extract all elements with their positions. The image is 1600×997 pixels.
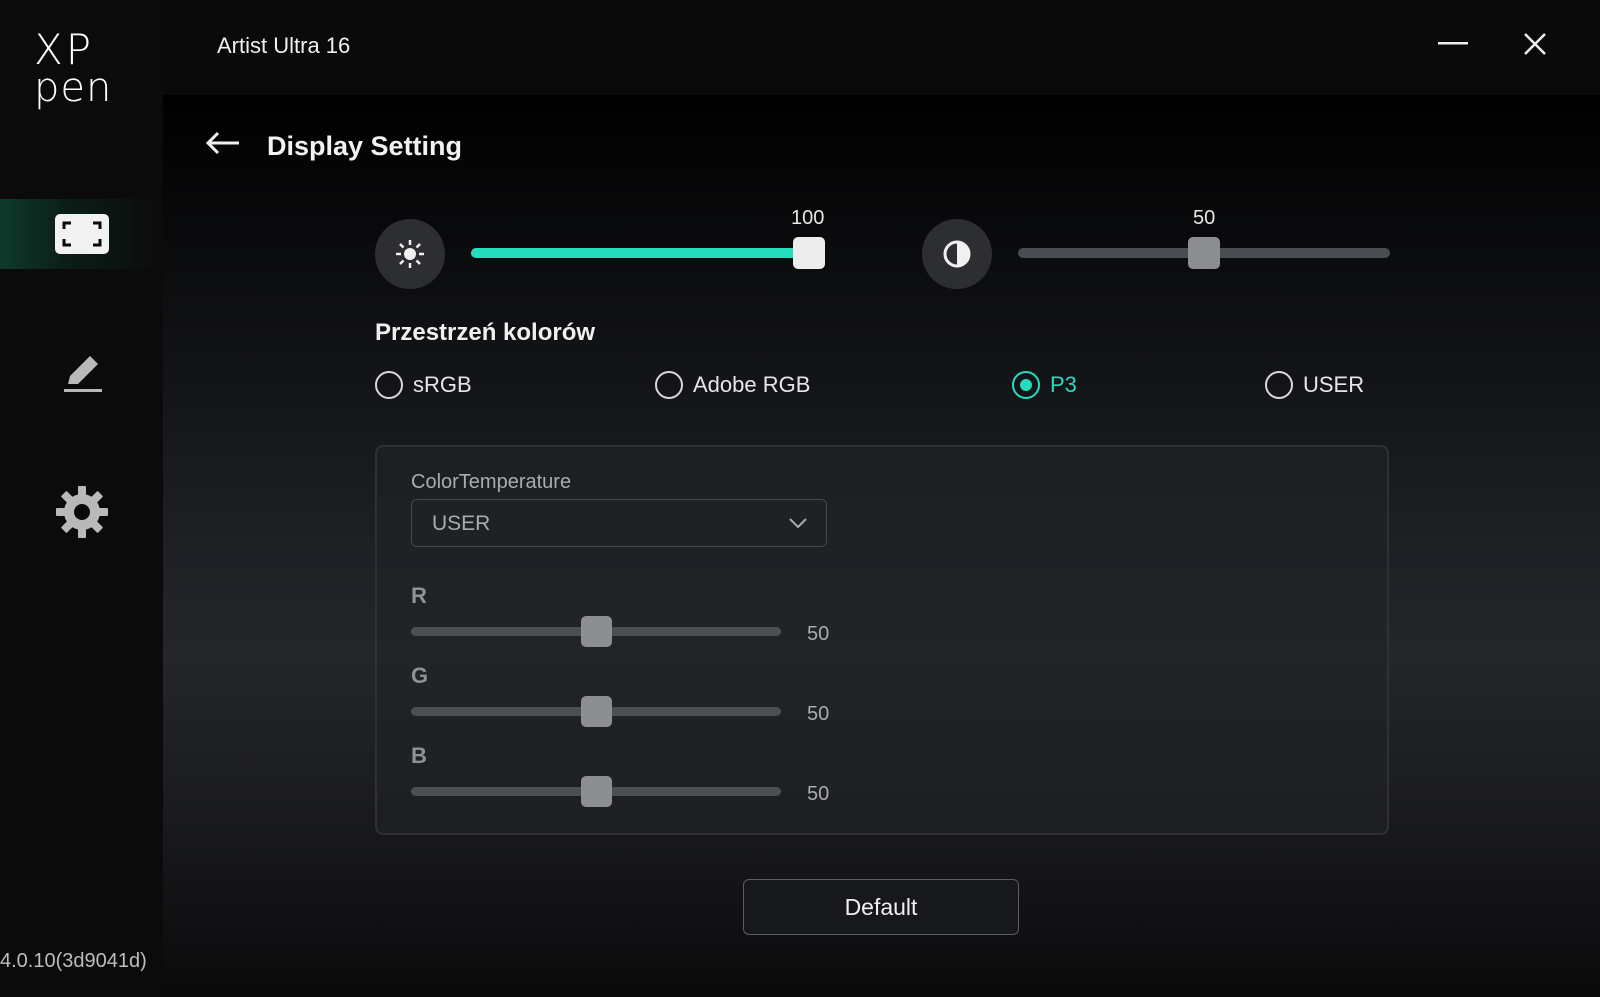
- contrast-icon: [943, 240, 971, 268]
- blue-value: 50: [807, 783, 830, 805]
- title-bar: Artist Ultra 16: [163, 0, 1600, 95]
- radio-circle: [1012, 371, 1040, 399]
- channel-label-g: G: [411, 663, 429, 688]
- sidebar-item-pen[interactable]: [0, 337, 163, 407]
- contrast-slider[interactable]: [1018, 237, 1390, 269]
- back-arrow-icon[interactable]: [205, 130, 241, 156]
- red-slider[interactable]: [411, 616, 781, 647]
- contrast-icon-button: [922, 219, 992, 289]
- close-icon: [1524, 33, 1546, 55]
- pen-icon: [63, 356, 102, 392]
- radio-circle: [375, 371, 403, 399]
- color-temperature-select[interactable]: USER: [411, 499, 827, 547]
- color-temperature-label: ColorTemperature: [411, 471, 572, 493]
- display-fullscreen-icon: [54, 214, 109, 254]
- radio-label-p3: P3: [1050, 372, 1077, 397]
- color-space-title: Przestrzeń kolorów: [375, 319, 596, 346]
- sidebar-item-settings[interactable]: [0, 477, 163, 547]
- logo-line-2: pen: [34, 65, 113, 111]
- radio-p3[interactable]: P3: [1012, 371, 1077, 399]
- green-slider[interactable]: [411, 696, 781, 727]
- radio-label-adobe-rgb: Adobe RGB: [693, 372, 811, 397]
- page-title: Display Setting: [267, 131, 463, 161]
- close-button[interactable]: [1513, 24, 1557, 64]
- channel-label-r: R: [411, 583, 427, 608]
- gear-icon: [55, 486, 108, 538]
- minimize-button[interactable]: [1431, 24, 1475, 64]
- contrast-value: 50: [1193, 207, 1216, 229]
- blue-slider-thumb[interactable]: [581, 776, 612, 807]
- logo-line-1: XP: [34, 25, 95, 74]
- radio-label-user: USER: [1303, 372, 1365, 397]
- brightness-slider[interactable]: [471, 237, 825, 269]
- brightness-icon-button: [375, 219, 445, 289]
- brightness-slider-fill: [471, 248, 825, 258]
- chevron-down-icon: [789, 518, 807, 529]
- green-value: 50: [807, 703, 830, 725]
- minimize-icon: [1438, 42, 1468, 45]
- red-value: 50: [807, 623, 830, 645]
- contrast-slider-thumb[interactable]: [1188, 237, 1220, 269]
- radio-label-srgb: sRGB: [413, 372, 472, 397]
- radio-circle: [1265, 371, 1293, 399]
- radio-adobe-rgb[interactable]: Adobe RGB: [655, 371, 810, 399]
- red-slider-thumb[interactable]: [581, 616, 612, 647]
- radio-user[interactable]: USER: [1265, 371, 1364, 399]
- sun-icon: [396, 240, 424, 268]
- main-content: Display Setting 100 50 Przestrzeń koloró…: [163, 95, 1600, 997]
- sidebar-item-display[interactable]: [0, 199, 163, 269]
- radio-circle: [655, 371, 683, 399]
- channel-label-b: B: [411, 743, 427, 768]
- brightness-slider-thumb[interactable]: [793, 237, 825, 269]
- color-temperature-value: USER: [432, 512, 491, 535]
- sidebar: XP pen 4.0.10(3d9041d): [0, 0, 163, 997]
- app-title: Artist Ultra 16: [217, 33, 351, 58]
- green-slider-thumb[interactable]: [581, 696, 612, 727]
- brightness-value: 100: [791, 207, 825, 229]
- xppen-logo: XP pen: [34, 25, 124, 111]
- blue-slider[interactable]: [411, 776, 781, 807]
- default-button[interactable]: Default: [743, 879, 1019, 935]
- color-temperature-panel: ColorTemperature USER R 50 G 50 B 50: [375, 445, 1389, 835]
- radio-srgb[interactable]: sRGB: [375, 371, 472, 399]
- version-label: 4.0.10(3d9041d): [0, 950, 147, 972]
